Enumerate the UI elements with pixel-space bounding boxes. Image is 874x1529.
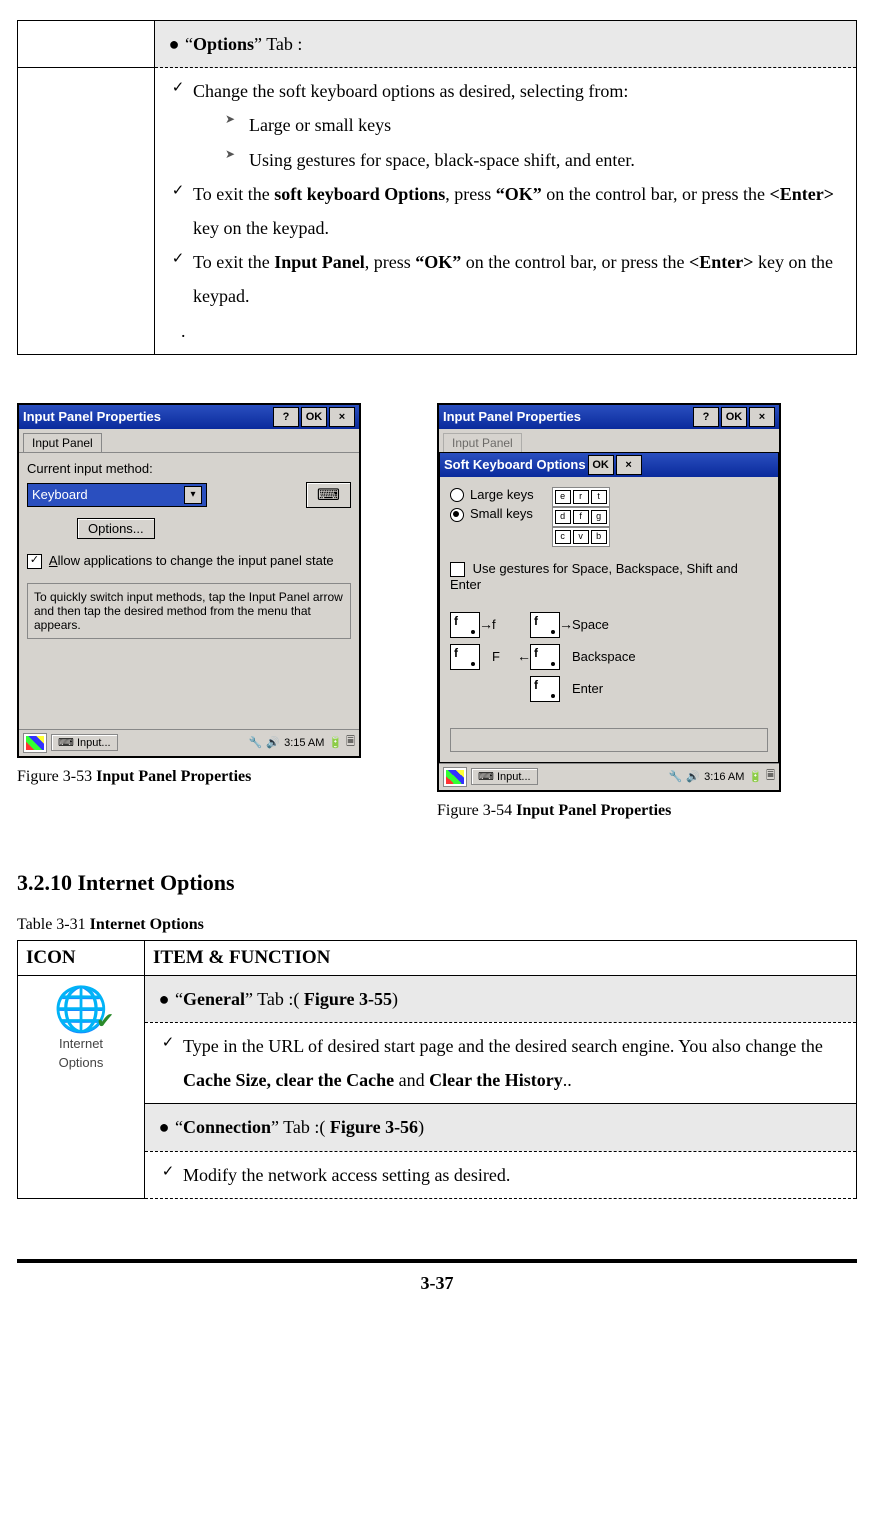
ok-button[interactable]: OK [588, 455, 614, 475]
list-text: To exit the Input Panel, press “OK” on t… [193, 245, 848, 313]
taskbar-button[interactable]: ⌨ Input... [471, 768, 538, 785]
figure-soft-keyboard-options: Input Panel Properties ? OK × Input Pane… [437, 403, 781, 792]
figure-caption: Figure 3-54 Input Panel Properties [437, 802, 797, 820]
tray-icon: 🔧 [249, 736, 263, 749]
start-icon[interactable] [23, 733, 47, 753]
list-text: Using gestures for space, black-space sh… [249, 143, 635, 177]
label-enter: Enter [572, 681, 603, 696]
tray-icon: 🔧 [669, 770, 683, 783]
check-icon: ✓ [163, 177, 193, 206]
table-caption: Table 3-31 Internet Options [17, 916, 857, 934]
list-item: ➤Large or small keys [163, 108, 848, 142]
icon-label: Internet [26, 1036, 136, 1052]
check-icon: ✓ [153, 1158, 183, 1187]
triangle-icon: ➤ [211, 108, 249, 131]
radio-small-keys[interactable] [450, 508, 464, 522]
check-icon: ✔ [96, 1008, 114, 1034]
close-button[interactable]: × [749, 407, 775, 427]
col-icon: ICON [18, 940, 145, 975]
figure-caption: Figure 3-53 Input Panel Properties [17, 768, 377, 786]
tray-icon: 🔋 [328, 736, 342, 749]
gesture-icon [530, 612, 560, 638]
gesture-icon [450, 612, 480, 638]
empty-icon-cell [18, 21, 155, 68]
list-text: Change the soft keyboard options as desi… [193, 74, 628, 108]
soft-dialog-title: Soft Keyboard Options [444, 457, 586, 472]
clock: 3:15 AM [284, 737, 324, 749]
tab-input-panel: Input Panel [443, 433, 522, 452]
dialog-title: Input Panel Properties [443, 409, 581, 424]
triangle-icon: ➤ [211, 143, 249, 166]
icon-label: Options [26, 1055, 136, 1071]
radio-large-keys[interactable] [450, 488, 464, 502]
key-preview-icon: cvb [552, 527, 610, 547]
internet-options-table: ICON ITEM & FUNCTION 🌐 ✔ Internet Option… [17, 940, 857, 1199]
gesture-icon [530, 644, 560, 670]
tray-icon: 🗏 [346, 733, 355, 752]
list-text: Large or small keys [249, 108, 391, 142]
tray-icon: 🔊 [266, 736, 280, 749]
trailing-dot: . [163, 314, 848, 348]
bullet-icon: ● [153, 1110, 175, 1144]
bullet-icon: ● [153, 982, 175, 1016]
figure-input-panel-properties: Input Panel Properties ? OK × Input Pane… [17, 403, 361, 758]
list-text: To exit the soft keyboard Options, press… [193, 177, 848, 245]
gesture-icon [530, 676, 560, 702]
taskbar-button[interactable]: ⌨ Input... [51, 734, 118, 751]
keyboard-icon[interactable]: ⌨ [306, 482, 351, 508]
check-icon: ✓ [163, 245, 193, 274]
options-tab-header: “Options” Tab : [185, 27, 302, 61]
key-preview-icon: dfg [552, 507, 610, 527]
label-backspace: Backspace [572, 649, 636, 664]
gesture-icon [450, 644, 480, 670]
list-item: ✓To exit the soft keyboard Options, pres… [163, 177, 848, 245]
help-button[interactable]: ? [273, 407, 299, 427]
list-item: ✓Change the soft keyboard options as des… [163, 74, 848, 108]
tray-icon: 🔋 [748, 770, 762, 783]
close-button[interactable]: × [329, 407, 355, 427]
section-heading: 3.2.10 Internet Options [17, 870, 857, 896]
page-number: 3-37 [17, 1259, 857, 1294]
label-gestures: Use gestures for Space, Backspace, Shift… [450, 561, 738, 592]
close-button[interactable]: × [616, 455, 642, 475]
connection-tab-header: “Connection” Tab :( Figure 3-56) [175, 1110, 424, 1144]
general-tab-header: “General” Tab :( Figure 3-55) [175, 982, 398, 1016]
options-button[interactable]: Options... [77, 518, 155, 539]
options-table: ● “Options” Tab : ✓Change the soft keybo… [17, 20, 857, 355]
start-icon[interactable] [443, 767, 467, 787]
dialog-title: Input Panel Properties [23, 409, 161, 424]
tray-icon: 🔊 [686, 770, 700, 783]
clock: 3:16 AM [704, 771, 744, 783]
tray-icon: 🗏 [766, 767, 775, 786]
label-current-method: Current input method: [27, 461, 351, 476]
checkbox-allow-apps[interactable]: ✓ [27, 554, 42, 569]
check-icon: ✓ [163, 74, 193, 103]
check-icon: ✓ [153, 1029, 183, 1058]
label-small-keys: Small keys [470, 506, 533, 521]
list-item: ➤Using gestures for space, black-space s… [163, 143, 848, 177]
label-allow-apps: Allow applications to change the input p… [49, 553, 334, 568]
help-button[interactable]: ? [693, 407, 719, 427]
checkbox-gestures[interactable] [450, 562, 465, 577]
list-item: ✓To exit the Input Panel, press “OK” on … [163, 245, 848, 313]
chevron-down-icon[interactable]: ▾ [184, 486, 202, 504]
connection-tab-body: Modify the network access setting as des… [183, 1158, 510, 1192]
general-tab-body: Type in the URL of desired start page an… [183, 1029, 848, 1097]
col-item-function: ITEM & FUNCTION [145, 940, 857, 975]
key-preview-icon: ert [552, 487, 610, 507]
label-large-keys: Large keys [470, 487, 534, 502]
tab-input-panel[interactable]: Input Panel [23, 433, 102, 452]
ok-button[interactable]: OK [301, 407, 327, 427]
bullet-icon: ● [163, 27, 185, 61]
method-combobox[interactable]: Keyboard▾ [27, 483, 207, 507]
label-space: Space [572, 617, 609, 632]
ok-button[interactable]: OK [721, 407, 747, 427]
gesture-F: F [492, 649, 500, 664]
hint-text: To quickly switch input methods, tap the… [27, 583, 351, 639]
